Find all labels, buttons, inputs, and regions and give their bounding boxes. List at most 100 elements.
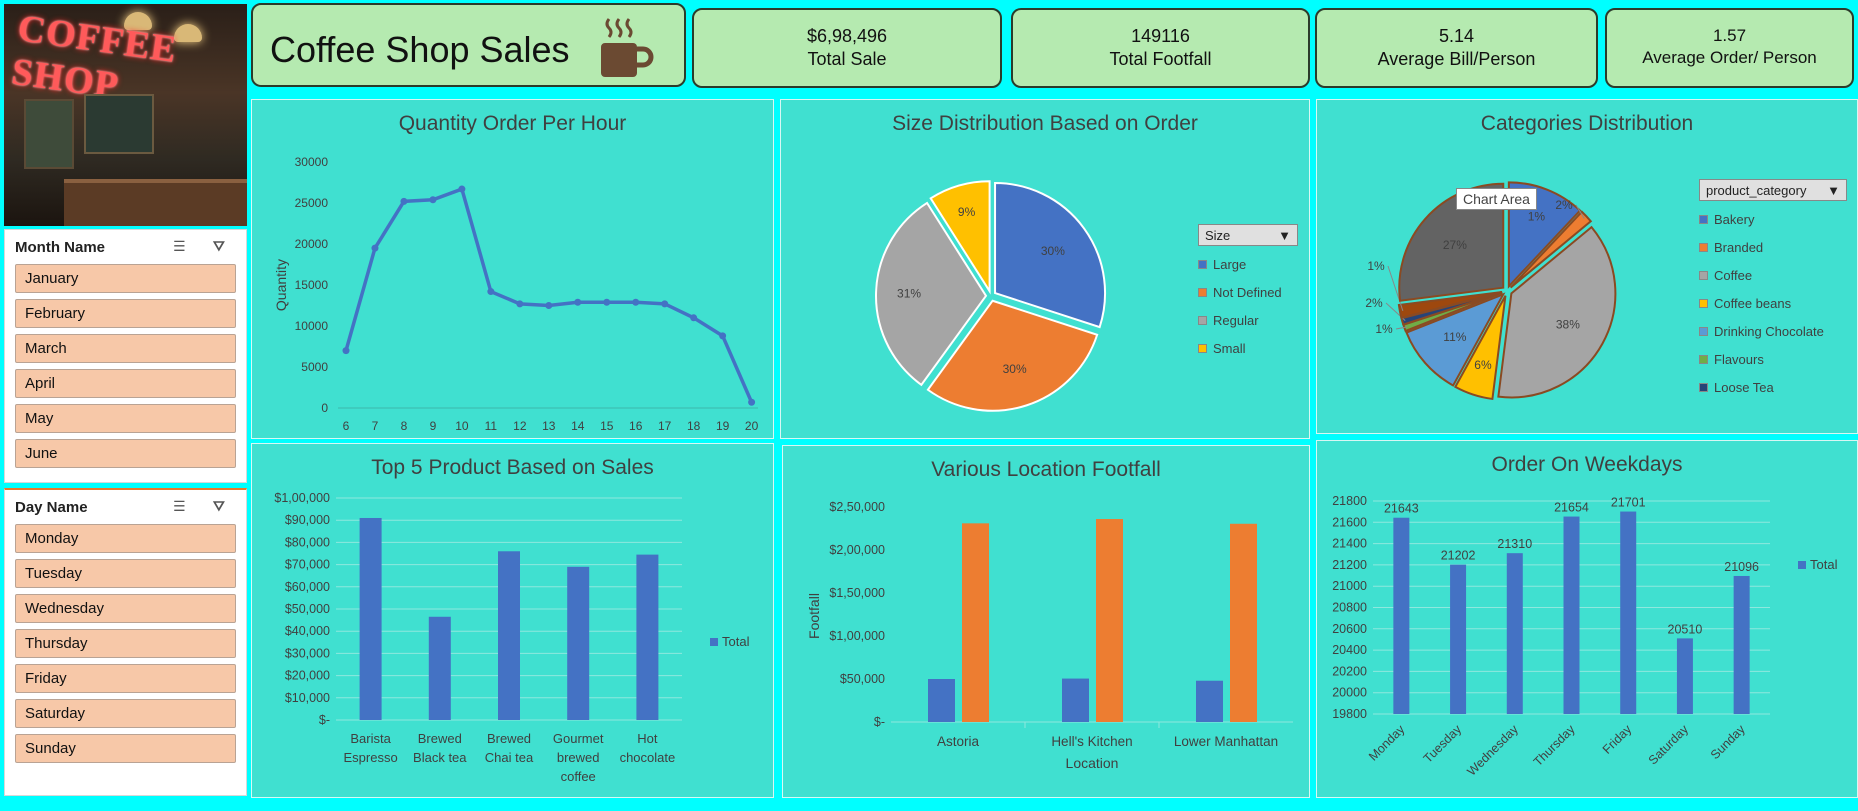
x-tick-label: Espresso [343,750,397,765]
bar [498,551,520,720]
multi-select-icon[interactable]: ☰ [173,238,193,256]
bar [1620,511,1637,714]
legend-entry[interactable]: Drinking Chocolate [1699,317,1847,345]
x-tick-label: 8 [401,419,408,433]
series-line [344,186,754,403]
y-tick-label: $2,00,000 [829,543,885,557]
data-point [487,288,495,296]
day-slicer-item[interactable]: Tuesday [15,559,236,588]
x-tick-label: 14 [571,419,585,433]
coffee-cup-icon [601,18,654,77]
category-filter-label: product_category [1706,182,1807,198]
size-legend: Size ▼ Large Not Defined Regular Small [1198,224,1298,362]
y-tick-label: $50,000 [840,672,885,686]
x-tick-label: Brewed [487,731,531,746]
legend-entry[interactable]: Large [1198,250,1298,278]
x-tick-label: 6 [343,419,350,433]
x-tick-label: Brewed [418,731,462,746]
bar [636,554,659,720]
month-slicer-item[interactable]: May [15,404,236,433]
data-point [719,332,727,340]
y-tick-label: 21800 [1332,494,1367,508]
day-slicer-header: Day Name ☰ ⛛ [5,490,246,524]
title-card: Coffee Shop Sales [251,3,686,87]
x-axis-title: Location [1066,755,1119,771]
day-slicer-item[interactable]: Friday [15,664,236,693]
month-slicer-item[interactable]: March [15,334,236,363]
legend-entry[interactable]: Loose Tea [1699,373,1847,401]
x-tick-label: coffee [561,769,596,784]
size-filter-dropdown[interactable]: Size ▼ [1198,224,1298,246]
bar [1230,523,1257,722]
legend-swatch [1699,298,1708,308]
month-slicer-item[interactable]: June [15,439,236,468]
x-tick-label: 19 [716,419,730,433]
data-label: 21202 [1441,549,1476,563]
legend-swatch [1198,343,1207,353]
data-label: 21310 [1497,537,1532,551]
clear-filter-icon[interactable]: ⛛ [213,498,233,516]
legend-swatch [1699,242,1708,252]
chart-size-panel[interactable]: Size Distribution Based on Order 30% 30% 3… [780,99,1310,439]
day-slicer-item[interactable]: Thursday [15,629,236,658]
legend-entry[interactable]: Not Defined [1198,278,1298,306]
menu-board [84,94,154,154]
legend-entry[interactable]: Small [1198,334,1298,362]
month-slicer-item[interactable]: February [15,299,236,328]
legend-entry[interactable]: Coffee [1699,261,1847,289]
data-point [371,244,379,252]
counter [64,179,247,226]
chart-hourly-panel[interactable]: Quantity Order Per Hour 0 5000 10000 15000 2… [251,99,774,439]
data-label: 20510 [1668,622,1703,636]
month-slicer-item[interactable]: January [15,264,236,293]
legend-label: Total [1810,557,1838,572]
y-tick-label: $1,50,000 [829,586,885,600]
legend-swatch [1798,561,1806,569]
legend-swatch [1699,354,1708,364]
legend-label: Large [1213,256,1247,272]
day-slicer-item[interactable]: Saturday [15,699,236,728]
slice-label: 30% [1003,362,1027,376]
month-slicer-item[interactable]: April [15,369,236,398]
data-point [690,314,698,322]
bar [1096,519,1123,722]
x-tick-label: Sunday [1708,722,1748,762]
chart-hourly: 0 5000 10000 15000 20000 25000 30000 6 7 8 9 10 11 12… [273,155,759,433]
bar [1676,638,1693,714]
slice-label: 6% [1474,358,1492,372]
multi-select-icon[interactable]: ☰ [173,498,193,516]
bar [1393,517,1410,714]
legend-entry[interactable]: Bakery [1699,205,1847,233]
chevron-down-icon: ▼ [1278,227,1291,243]
chart-location-panel[interactable]: Various Location Footfall $- $50,000 $1,00… [782,445,1310,798]
legend-label: Flavours [1714,351,1764,367]
x-tick-label: Friday [1600,722,1635,757]
x-tick-label: 11 [485,419,498,433]
x-tick-label: Gourmet [553,731,604,746]
category-legend: product_category ▼ Bakery Branded Coffee Co… [1699,179,1847,401]
clear-filter-icon[interactable]: ⛛ [213,238,233,256]
kpi-value: 149116 [1131,26,1190,46]
legend-entry[interactable]: Branded [1699,233,1847,261]
data-point [342,347,350,355]
chart-top5-panel[interactable]: Top 5 Product Based on Sales $- $10,000 $2… [251,443,774,798]
x-tick-label: Chai tea [485,750,534,765]
chart-categories-panel[interactable]: Categories Distribution 1% 2% 38% 6% 11% 1% 2%… [1316,99,1858,434]
category-filter-dropdown[interactable]: product_category ▼ [1699,179,1847,201]
chart-weekdays-panel[interactable]: Order On Weekdays 19800 20000 20200 20400 20… [1316,440,1858,798]
chevron-down-icon: ▼ [1827,182,1840,198]
slice-label: 9% [958,205,976,219]
legend-entry[interactable]: Regular [1198,306,1298,334]
x-tick-label: brewed [557,750,600,765]
day-slicer-item[interactable]: Monday [15,524,236,553]
day-slicer-item[interactable]: Sunday [15,734,236,763]
month-slicer-header: Month Name ☰ ⛛ [5,230,246,264]
day-slicer-item[interactable]: Wednesday [15,594,236,623]
slice-label: 30% [1041,244,1065,258]
y-tick-label: 20000 [295,237,329,251]
legend-entry[interactable]: Coffee beans [1699,289,1847,317]
y-tick-label: $60,000 [285,580,330,594]
legend-entry[interactable]: Flavours [1699,345,1847,373]
slice-label: 31% [897,286,921,300]
legend-swatch [710,638,718,646]
